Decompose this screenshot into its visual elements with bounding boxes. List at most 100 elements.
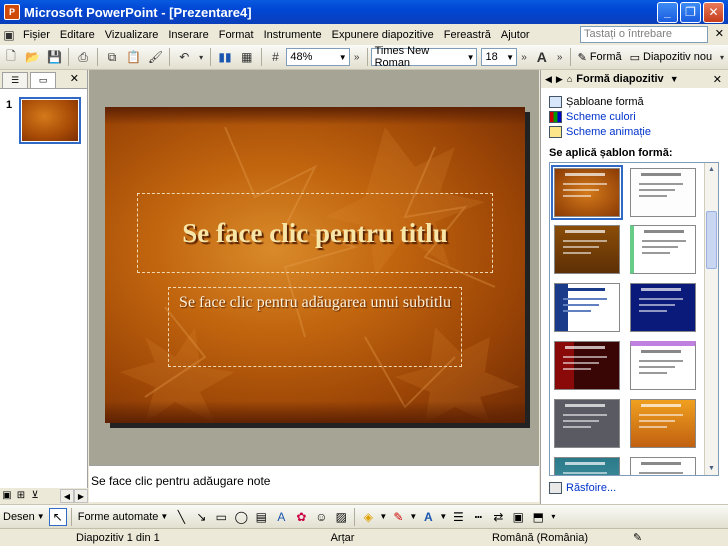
line-color-icon[interactable]: ✎ (389, 508, 407, 526)
normal-view-icon[interactable]: ▣ (0, 489, 14, 503)
toolbar-options-icon[interactable]: ▾ (717, 47, 727, 67)
wordart-icon[interactable]: A (272, 508, 290, 526)
font-size-select[interactable]: 18 ▼ (481, 48, 518, 66)
tab-outline[interactable]: ☰ (2, 72, 28, 88)
open-icon[interactable]: 📂 (23, 47, 43, 67)
scroll-down-icon[interactable]: ▼ (705, 462, 718, 475)
3d-style-icon[interactable]: ⬒ (529, 508, 547, 526)
subtitle-placeholder[interactable]: Se face clic pentru adăugarea unui subti… (168, 287, 462, 367)
template-thumbnail[interactable] (554, 399, 620, 448)
slide-thumbnail[interactable] (19, 97, 81, 144)
font-color-icon[interactable]: A (419, 508, 437, 526)
insert-chart-icon[interactable]: ▮▮ (215, 47, 235, 67)
template-thumbnail[interactable] (554, 341, 620, 390)
template-thumbnail[interactable] (630, 168, 696, 217)
close-document-icon[interactable]: ✕ (715, 27, 724, 40)
animation-schemes-link[interactable]: Scheme animație (541, 124, 728, 139)
template-thumbnail[interactable] (630, 225, 696, 274)
toolbar-options-icon[interactable]: » (351, 47, 363, 67)
rectangle-icon[interactable]: ▭ (212, 508, 230, 526)
arrow-style-icon[interactable]: ⇄ (489, 508, 507, 526)
paste-icon[interactable]: 📋 (124, 47, 144, 67)
shadow-style-icon[interactable]: ▣ (509, 508, 527, 526)
help-question-input[interactable]: Tastați o întrebare (580, 26, 708, 43)
chevron-down-icon[interactable]: ▼ (409, 508, 417, 526)
task-pane-menu-icon[interactable]: ▼ (670, 74, 679, 84)
powerpoint-app-icon[interactable]: P (4, 4, 20, 20)
gallery-scrollbar[interactable]: ▲ ▼ (704, 163, 718, 475)
close-task-pane-icon[interactable]: ✕ (713, 73, 722, 86)
template-thumbnail[interactable] (630, 341, 696, 390)
template-thumbnail[interactable] (554, 225, 620, 274)
minimize-button[interactable]: _ (657, 1, 678, 23)
scroll-left-icon[interactable]: ◀ (60, 489, 74, 503)
zoom-select[interactable]: 48% ▼ (286, 48, 350, 66)
notes-pane[interactable]: Se face clic pentru adăugare note (89, 465, 539, 502)
slideshow-view-icon[interactable]: ⊻ (28, 489, 42, 503)
insert-table-icon[interactable]: ▦ (237, 47, 257, 67)
menu-insert[interactable]: Inserare (163, 29, 213, 41)
forward-icon[interactable]: ▶ (556, 74, 563, 85)
spelling-status-icon[interactable]: ✎ (625, 531, 650, 544)
slide-design-button[interactable]: ✎ Formă (578, 51, 622, 64)
scroll-right-icon[interactable]: ▶ (74, 489, 88, 503)
font-name-select[interactable]: Times New Roman ▼ (370, 45, 478, 69)
back-icon[interactable]: ◀ (545, 74, 552, 85)
toolbar-options-icon[interactable]: » (518, 47, 530, 67)
menu-file[interactable]: Fișier (18, 29, 55, 41)
undo-dropdown-icon[interactable]: ▾ (196, 47, 206, 67)
clip-art-icon[interactable]: ☺ (312, 508, 330, 526)
menu-view[interactable]: Vizualizare (100, 29, 164, 41)
chevron-down-icon[interactable]: ▾ (549, 508, 557, 526)
home-icon[interactable]: ⌂ (567, 74, 572, 84)
menu-slideshow[interactable]: Expunere diapozitive (327, 29, 439, 41)
restore-button[interactable]: ❐ (680, 1, 701, 23)
menu-edit[interactable]: Editare (55, 29, 100, 41)
template-thumbnail[interactable] (630, 399, 696, 448)
grid-icon[interactable]: # (266, 47, 286, 67)
chevron-down-icon[interactable]: ▼ (439, 508, 447, 526)
format-painter-icon[interactable]: 🖌 (146, 47, 166, 67)
fill-color-icon[interactable]: ◈ (359, 508, 377, 526)
copy-icon[interactable]: ⧉ (102, 47, 122, 67)
design-templates-link[interactable]: Șabloane formă (541, 94, 728, 109)
close-window-button[interactable]: ✕ (703, 1, 724, 23)
oval-icon[interactable]: ◯ (232, 508, 250, 526)
menu-tools[interactable]: Instrumente (259, 29, 327, 41)
increase-font-icon[interactable]: A (532, 47, 552, 67)
scrollbar-thumb[interactable] (706, 211, 717, 269)
line-style-icon[interactable]: ☰ (449, 508, 467, 526)
menu-format[interactable]: Format (214, 29, 259, 41)
browse-link[interactable]: Răsfoire... (549, 482, 616, 494)
template-thumbnail[interactable] (630, 283, 696, 332)
tab-slides[interactable]: ▭ (30, 72, 56, 88)
toolbar-options-icon[interactable]: » (554, 47, 566, 67)
menu-window[interactable]: Fereastră (439, 29, 496, 41)
template-thumbnail[interactable] (554, 283, 620, 332)
menu-help[interactable]: Ajutor (496, 29, 535, 41)
new-slide-button[interactable]: ▭ Diapozitiv nou (630, 51, 713, 64)
new-icon[interactable]: 🗋 (1, 47, 21, 67)
arrow-icon[interactable]: ↘ (192, 508, 210, 526)
horizontal-scrollbar[interactable]: ◀ ▶ (60, 489, 88, 503)
title-placeholder[interactable]: Se face clic pentru titlu (137, 193, 493, 273)
slide-canvas[interactable]: Se face clic pentru titlu Se face clic p… (105, 107, 525, 423)
color-schemes-link[interactable]: Scheme culori (541, 109, 728, 124)
autoshapes-menu-button[interactable]: Forme automate ▼ (78, 511, 169, 523)
text-box-icon[interactable]: ▤ (252, 508, 270, 526)
save-icon[interactable]: 💾 (45, 47, 65, 67)
close-panel-icon[interactable]: ✕ (70, 72, 79, 85)
scroll-up-icon[interactable]: ▲ (705, 163, 718, 176)
draw-menu-button[interactable]: Desen ▼ (3, 511, 45, 523)
slide-sorter-view-icon[interactable]: ⊞ (14, 489, 28, 503)
template-thumbnail[interactable] (554, 457, 620, 475)
dash-style-icon[interactable]: ┅ (469, 508, 487, 526)
picture-icon[interactable]: ▨ (332, 508, 350, 526)
undo-icon[interactable]: ↶ (174, 47, 194, 67)
print-icon[interactable]: ⎙ (73, 47, 93, 67)
select-pointer-icon[interactable]: ↖ (48, 507, 67, 526)
template-thumbnail[interactable] (630, 457, 696, 475)
line-icon[interactable]: ╲ (172, 508, 190, 526)
template-thumbnail[interactable] (551, 165, 623, 220)
document-icon[interactable]: ▣ (1, 25, 17, 45)
